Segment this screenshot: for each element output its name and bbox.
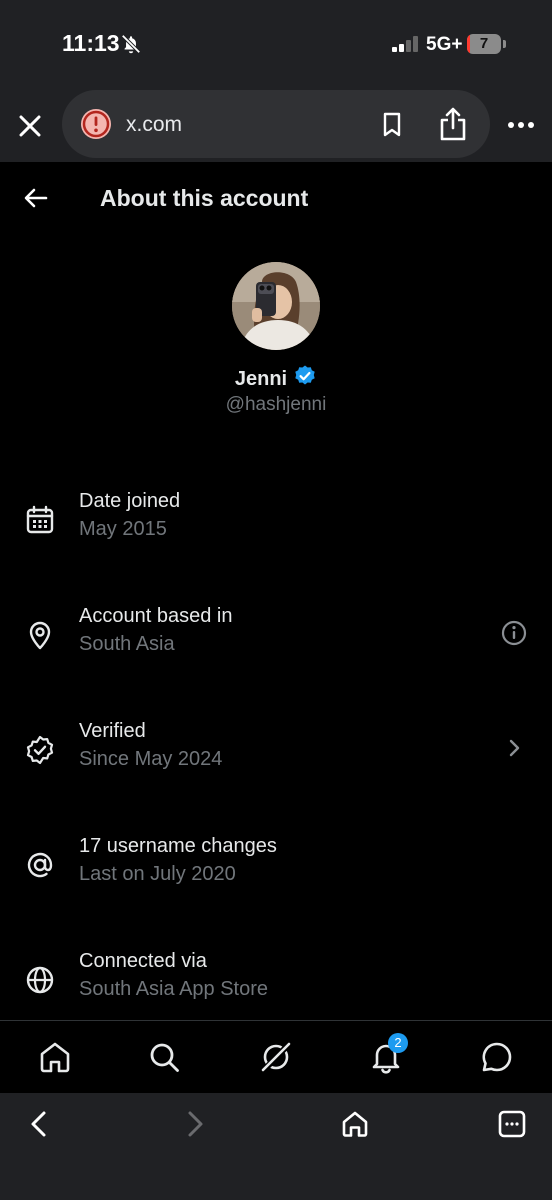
close-icon xyxy=(19,115,41,137)
home-tab-icon[interactable] xyxy=(37,1039,73,1075)
browser-toolbar: x.com xyxy=(0,88,552,162)
bookmark-icon[interactable] xyxy=(382,112,402,143)
row-subtitle: Last on July 2020 xyxy=(79,863,236,885)
status-bar: 11:13 5G+ 7 xyxy=(0,0,552,88)
verified-badge-icon xyxy=(293,364,317,394)
network-type: 5G+ xyxy=(426,34,463,55)
profile-name-row: Jenni xyxy=(0,364,552,394)
info-row-connected-via: Connected via South Asia App Store xyxy=(0,950,552,1030)
row-subtitle: South Asia App Store xyxy=(79,978,269,1000)
row-subtitle: South Asia xyxy=(79,633,175,655)
cellular-signal-icon xyxy=(392,36,420,57)
browser-bottom-bar xyxy=(0,1093,552,1200)
close-tab-button[interactable] xyxy=(14,110,46,142)
row-title: Account based in xyxy=(79,605,233,627)
silent-mode-icon xyxy=(120,33,142,60)
messages-tab-icon[interactable] xyxy=(479,1039,515,1075)
url-text: x.com xyxy=(126,113,183,136)
more-options-icon[interactable] xyxy=(506,112,536,143)
grok-tab-icon[interactable] xyxy=(258,1039,294,1075)
at-sign-icon xyxy=(24,849,56,881)
notification-badge: 2 xyxy=(388,1033,408,1053)
row-subtitle: Since May 2024 xyxy=(79,748,223,770)
site-warning-icon[interactable] xyxy=(80,108,112,140)
browser-forward-icon[interactable] xyxy=(180,1109,210,1144)
location-pin-icon xyxy=(24,619,56,651)
battery-cap xyxy=(503,40,506,48)
search-tab-icon[interactable] xyxy=(146,1039,182,1075)
tabs-switcher-icon[interactable] xyxy=(497,1109,527,1144)
info-icon[interactable] xyxy=(500,619,528,652)
battery-level: 7 xyxy=(479,35,489,52)
row-title: 17 username changes xyxy=(79,835,277,857)
info-row-account-based-in: Account based in South Asia xyxy=(0,605,552,685)
profile-name-wrap: Jenni xyxy=(235,364,317,394)
avatar[interactable] xyxy=(232,262,320,350)
address-bar[interactable]: x.com xyxy=(62,90,490,158)
browser-back-icon[interactable] xyxy=(24,1109,54,1144)
battery-indicator: 7 xyxy=(467,34,501,54)
status-time: 11:13 xyxy=(62,30,120,56)
profile-handle: @hashjenni xyxy=(225,394,327,415)
share-icon[interactable] xyxy=(438,106,468,147)
info-row-username-changes: 17 username changes Last on July 2020 xyxy=(0,835,552,915)
page-title: About this account xyxy=(100,185,309,211)
back-arrow-icon[interactable] xyxy=(22,184,50,217)
page-header: About this account xyxy=(0,162,552,234)
globe-icon xyxy=(24,964,56,996)
chevron-right-icon[interactable] xyxy=(500,734,528,767)
profile-name: Jenni xyxy=(234,367,288,390)
info-row-verified[interactable]: Verified Since May 2024 xyxy=(0,720,552,800)
row-title: Verified xyxy=(79,720,146,742)
calendar-icon xyxy=(24,504,56,536)
browser-home-icon[interactable] xyxy=(340,1109,370,1144)
row-subtitle: May 2015 xyxy=(79,518,167,540)
bottom-tab-bar xyxy=(0,1020,552,1094)
row-title: Date joined xyxy=(79,490,181,512)
verified-badge-outline-icon xyxy=(24,734,56,766)
row-title: Connected via xyxy=(79,950,207,972)
info-row-date-joined: Date joined May 2015 xyxy=(0,490,552,570)
